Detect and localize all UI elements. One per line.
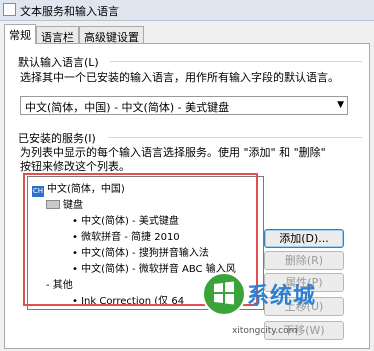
tree-item-keyboard[interactable]: • 中文(简体) - 美式键盘	[72, 212, 179, 227]
watermark-url: xitongcity.com	[232, 326, 298, 336]
chevron-down-icon[interactable]: ▼	[337, 100, 344, 110]
tab-general[interactable]: 常规	[4, 24, 36, 44]
tree-item-label: Ink Correction (仅 64	[81, 296, 185, 307]
tree-item-label: 其他	[52, 280, 73, 291]
watermark-brand: 系统城	[247, 284, 317, 309]
tree-item-language[interactable]: CH 中文(简体，中国)	[32, 180, 125, 197]
window-title: 文本服务和输入语言	[20, 5, 119, 18]
tree-item-keyboard[interactable]: • 中文(简体) - 微软拼音 ABC 输入风	[72, 260, 236, 275]
tab-advanced-key-settings[interactable]: 高级键设置	[79, 26, 144, 44]
tree-item-label: 中文(简体) - 美式键盘	[81, 216, 179, 227]
tree-item-label: 键盘	[63, 200, 83, 211]
tree-item-label: 微软拼音 - 简捷 2010	[81, 232, 180, 243]
default-language-selected: 中文(简体，中国) - 中文(简体) - 美式键盘	[25, 101, 230, 114]
tree-item-label: 中文(简体) - 搜狗拼音输入法	[81, 248, 209, 259]
language-icon: CH	[32, 186, 44, 197]
default-language-heading: 默认输入语言(L)	[18, 56, 99, 69]
window-icon	[3, 3, 16, 16]
tree-item-label: 中文(简体) - 微软拼音 ABC 输入风	[81, 264, 236, 275]
group-divider	[110, 61, 362, 62]
tree-item-other[interactable]: • Ink Correction (仅 64	[72, 292, 184, 307]
default-language-select[interactable]: 中文(简体，中国) - 中文(简体) - 美式键盘 ▼	[20, 96, 348, 115]
add-button[interactable]: 添加(D)...	[264, 229, 344, 248]
windows-flag-icon	[214, 281, 234, 305]
installed-services-description-line2: 按钮来修改这个列表。	[20, 160, 130, 173]
tree-item-label: 中文(简体，中国)	[47, 184, 125, 195]
default-language-description: 选择其中一个已安装的输入语言，用作所有输入字段的默认语言。	[20, 71, 339, 84]
watermark-logo-icon	[202, 272, 246, 316]
keyboard-icon	[46, 200, 60, 209]
tree-item-keyboard[interactable]: • 中文(简体) - 搜狗拼音输入法	[72, 244, 209, 259]
tree-item-keyboard[interactable]: • 微软拼音 - 简捷 2010	[72, 228, 180, 243]
tree-item-keyboard-group[interactable]: 键盘	[46, 196, 83, 211]
tree-item-other-group[interactable]: - 其他	[46, 276, 73, 291]
title-bar: 文本服务和输入语言	[0, 0, 374, 21]
group-divider	[108, 137, 362, 138]
tab-language-bar[interactable]: 语言栏	[36, 26, 79, 44]
remove-button[interactable]: 删除(R)	[264, 251, 344, 270]
